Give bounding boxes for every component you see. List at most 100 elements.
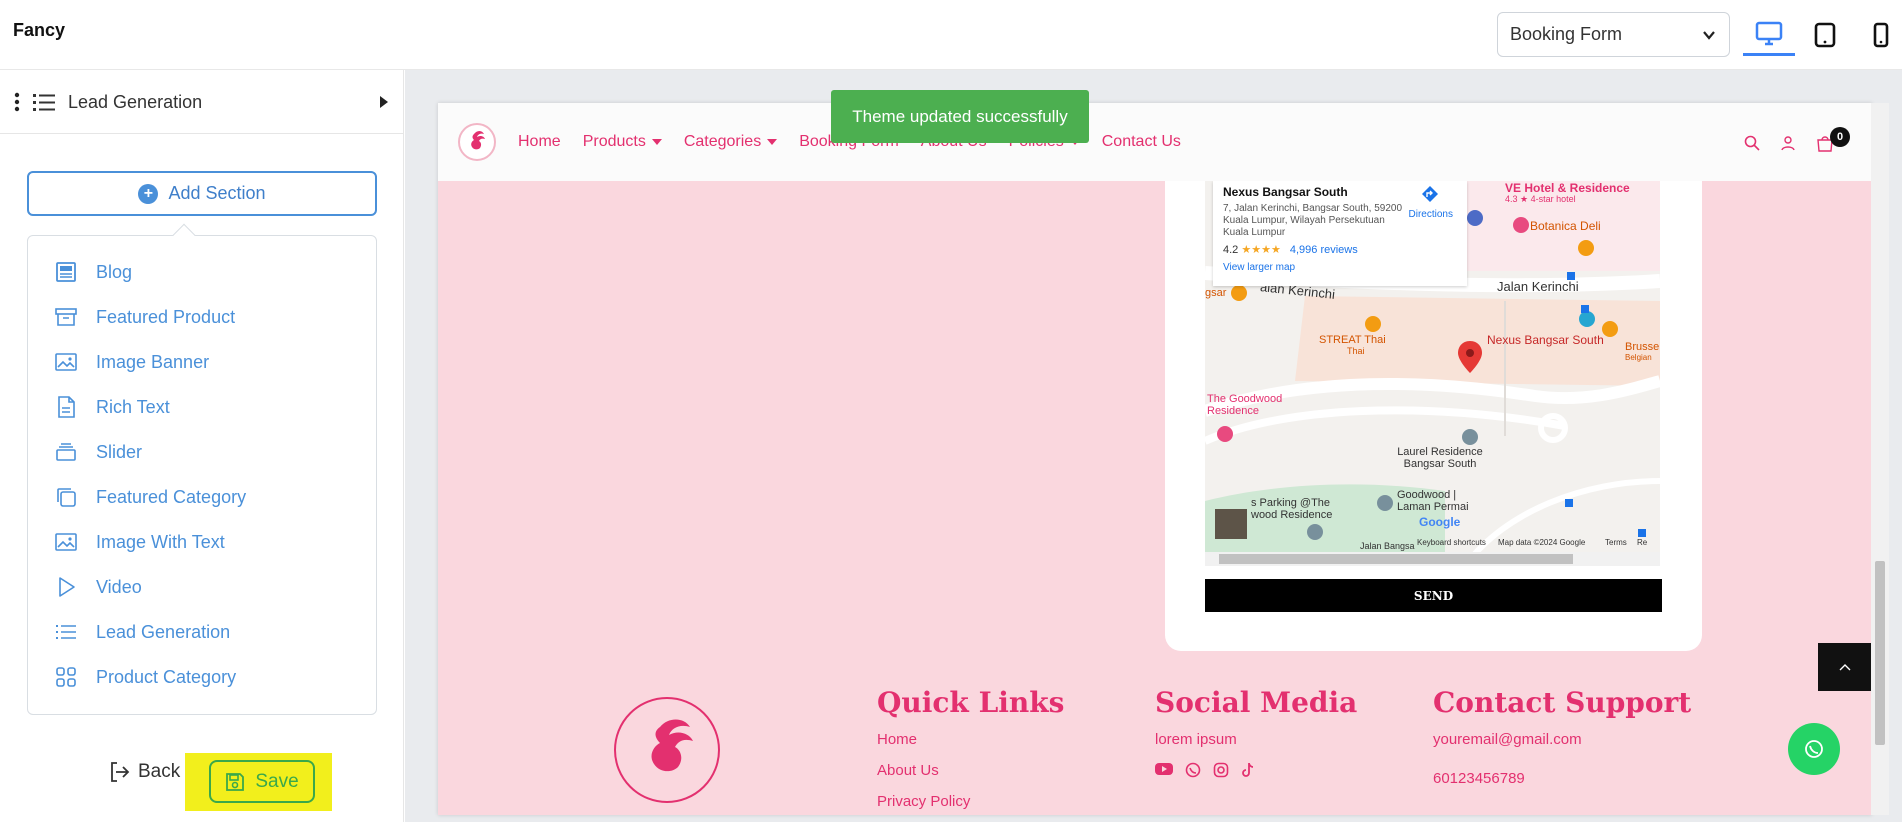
menu-item-featured-category[interactable]: Featured Category	[54, 482, 246, 512]
menu-item-label: Product Category	[96, 666, 237, 687]
contact-phone[interactable]: 60123456789	[1433, 770, 1691, 787]
mobile-view-button[interactable]	[1855, 14, 1902, 56]
map-google-logo: Google	[1419, 515, 1461, 529]
menu-item-video[interactable]: Video	[54, 572, 142, 602]
whatsapp-icon[interactable]	[1185, 762, 1201, 778]
map-scrollbar-thumb[interactable]	[1219, 554, 1573, 564]
menu-item-lead-generation[interactable]: Lead Generation	[54, 617, 230, 647]
nav-contact-us[interactable]: Contact Us	[1102, 133, 1181, 151]
tablet-icon	[1814, 22, 1836, 48]
image-icon	[55, 533, 77, 551]
copy-icon	[57, 488, 76, 507]
list-icon	[33, 94, 55, 111]
menu-item-label: Video	[96, 576, 142, 597]
floppy-disk-icon	[226, 772, 245, 791]
search-icon[interactable]	[1744, 135, 1760, 151]
nav-products[interactable]: Products	[583, 133, 662, 151]
menu-item-image-with-text[interactable]: Image With Text	[54, 527, 225, 557]
social-media-title: Social Media	[1155, 686, 1358, 719]
tablet-view-button[interactable]	[1799, 14, 1851, 56]
chevron-up-icon	[1839, 664, 1851, 671]
booking-form-card: VE Hotel & Residence 4.3 ★ 4-star hotel …	[1165, 181, 1702, 651]
document-icon	[58, 396, 75, 418]
preview-scrollbar-thumb[interactable]	[1875, 561, 1885, 745]
menu-item-rich-text[interactable]: Rich Text	[54, 392, 170, 422]
whatsapp-icon	[1805, 740, 1823, 758]
drag-handle-icon[interactable]	[14, 92, 20, 112]
add-section-button[interactable]: + Add Section	[27, 171, 377, 216]
menu-item-label: Slider	[96, 441, 143, 462]
menu-item-label: Featured Product	[96, 306, 236, 327]
menu-item-featured-product[interactable]: Featured Product	[54, 302, 235, 332]
map-place-address: 7, Jalan Kerinchi, Bangsar South, 59200 …	[1223, 203, 1403, 238]
map-reviews-link[interactable]: 4,996 reviews	[1290, 244, 1358, 256]
menu-item-label: Image With Text	[96, 531, 225, 552]
save-label: Save	[255, 770, 299, 792]
section-menu: Blog Featured Product Image Banner Rich …	[27, 223, 377, 715]
directions-icon[interactable]	[1421, 185, 1439, 203]
whatsapp-chat-button[interactable]	[1788, 723, 1840, 775]
youtube-icon[interactable]	[1155, 762, 1173, 776]
menu-item-label: Rich Text	[96, 396, 170, 417]
view-larger-map-link[interactable]: View larger map	[1223, 262, 1457, 273]
menu-item-image-banner[interactable]: Image Banner	[54, 347, 209, 377]
page-select[interactable]: Booking Form	[1497, 12, 1730, 57]
expand-arrow-icon[interactable]	[380, 96, 388, 108]
footer-link-home[interactable]: Home	[877, 731, 1064, 748]
top-bar: Fancy Booking Form	[0, 0, 1902, 70]
map-label-brusse-sub: Belgian	[1625, 353, 1652, 362]
map-horizontal-scrollbar[interactable]	[1205, 552, 1660, 566]
sidebar-header-title: Lead Generation	[68, 92, 203, 112]
scroll-to-top-button[interactable]	[1818, 643, 1872, 691]
header-icons	[1744, 135, 1834, 153]
map-label-parking: s Parking @The wood Residence	[1251, 497, 1333, 521]
social-icons	[1155, 762, 1357, 778]
instagram-icon[interactable]	[1213, 762, 1229, 778]
app-title: Fancy	[13, 20, 66, 40]
page-select-value: Booking Form	[1510, 24, 1623, 44]
map-label-hotel-rating: 4.3 ★ 4-star hotel	[1505, 194, 1576, 204]
contact-email[interactable]: youremail@gmail.com	[1433, 731, 1691, 748]
site-logo[interactable]	[458, 123, 496, 161]
user-icon[interactable]	[1780, 135, 1796, 151]
menu-item-slider[interactable]: Slider	[54, 437, 142, 467]
lady-logo-icon	[651, 719, 693, 772]
chevron-down-icon	[1703, 31, 1715, 40]
map-keyboard-shortcuts[interactable]: Keyboard shortcuts	[1417, 538, 1486, 547]
map-label-hotel: VE Hotel & Residence	[1505, 181, 1630, 195]
star-rating-icon: ★★★★	[1241, 244, 1281, 256]
footer-quick-links: Quick Links Home About Us Privacy Policy	[877, 686, 1064, 815]
tiktok-icon[interactable]	[1241, 762, 1255, 778]
desktop-view-button[interactable]	[1743, 14, 1795, 56]
back-button[interactable]: Back	[108, 760, 180, 784]
nav-categories[interactable]: Categories	[684, 133, 777, 151]
map-label-goodwood: The Goodwood Residence	[1207, 393, 1283, 417]
quick-links-title: Quick Links	[877, 686, 1065, 719]
site-header: Home Products Categories Booking Form Ab…	[438, 103, 1872, 181]
nav-home[interactable]: Home	[518, 133, 561, 151]
menu-item-product-category[interactable]: Product Category	[54, 662, 236, 692]
map-label-goodwood-laman: Goodwood | Laman Permai	[1397, 489, 1469, 513]
footer-logo	[614, 697, 720, 803]
menu-item-label: Image Banner	[96, 351, 210, 372]
embedded-map[interactable]: VE Hotel & Residence 4.3 ★ 4-star hotel …	[1205, 181, 1660, 566]
directions-link[interactable]: Directions	[1409, 209, 1453, 220]
footer-link-about-us[interactable]: About Us	[877, 762, 1064, 779]
menu-item-blog[interactable]: Blog	[54, 257, 132, 287]
send-button[interactable]: SEND	[1205, 579, 1662, 612]
footer-link-privacy-policy[interactable]: Privacy Policy	[877, 793, 1064, 810]
back-label: Back	[138, 761, 181, 782]
map-label-brusse: Brusse	[1625, 341, 1660, 353]
layers-icon	[56, 443, 76, 461]
map-terms-link[interactable]: Terms	[1605, 538, 1627, 547]
save-button[interactable]: Save	[209, 760, 315, 803]
map-label-streat: STREAT Thai	[1319, 334, 1386, 346]
blog-icon	[56, 262, 76, 282]
lady-logo-icon	[471, 131, 485, 150]
map-label-streat-sub: Thai	[1347, 346, 1365, 356]
site-preview: Home Products Categories Booking Form Ab…	[438, 103, 1872, 815]
map-report-link[interactable]: Re	[1637, 538, 1647, 547]
preview-scrollbar[interactable]	[1871, 103, 1889, 815]
map-label-gsar: gsar	[1205, 287, 1227, 299]
menu-item-label: Blog	[96, 261, 133, 282]
